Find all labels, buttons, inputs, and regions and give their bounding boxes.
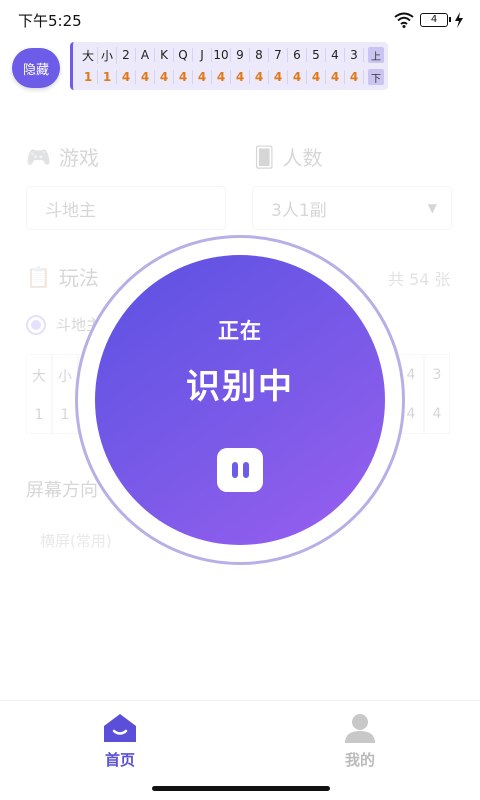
- card-rank: 大: [79, 46, 98, 64]
- card-rank: K: [155, 48, 174, 62]
- status-time: 下午5:25: [18, 11, 82, 30]
- chevron-down-icon: ▼: [427, 201, 437, 215]
- card-count: 4: [231, 70, 250, 84]
- mini-card-rank: 3: [432, 366, 442, 383]
- card-rank: 7: [269, 48, 288, 62]
- charging-icon: [455, 12, 463, 28]
- card-rank: 6: [288, 48, 307, 62]
- cards-icon: 🂠: [254, 144, 275, 169]
- orientation-label: 屏幕方向: [26, 480, 98, 501]
- status-icons: 4: [394, 12, 464, 28]
- orientation-value[interactable]: 横屏(常用): [40, 530, 112, 551]
- hide-button-label: 隐藏: [22, 62, 49, 78]
- bottom-nav: 首页 我的: [0, 700, 480, 800]
- card-count: 4: [174, 70, 193, 84]
- nav-mine-label: 我的: [344, 751, 375, 769]
- players-select[interactable]: 3人1副 ▼: [252, 186, 452, 230]
- total-cards: 共 54 张: [388, 270, 451, 289]
- card-count: 4: [136, 70, 155, 84]
- user-icon: [345, 714, 375, 743]
- card-counter: 大小 2 A K Q J 10 9 8 7 6 5 4 3 上 114444444444444下: [70, 42, 388, 90]
- mini-card-count: 1: [60, 406, 70, 423]
- recognition-status-sub: 正在: [218, 319, 262, 343]
- card-rank: 9: [231, 48, 250, 62]
- pause-button[interactable]: [217, 448, 263, 492]
- card-count: 4: [212, 70, 231, 84]
- recognition-circle: 正在 识别中: [95, 255, 385, 545]
- card-rank-row: 大小 2 A K Q J 10 9 8 7 6 5 4 3 上: [79, 45, 388, 65]
- rules-section-header: 📋 玩法: [26, 262, 99, 291]
- mini-card-count: 4: [406, 405, 416, 422]
- card-rank: A: [136, 48, 155, 62]
- card-rank: 3: [345, 48, 364, 62]
- card-count: 4: [250, 70, 269, 84]
- card-count: 4: [193, 70, 212, 84]
- radio-selected-icon: [26, 314, 46, 335]
- card-rank: Q: [174, 48, 193, 62]
- mini-card-count: 1: [34, 406, 44, 423]
- battery-icon: 4: [420, 13, 451, 27]
- orientation-section-header: 屏幕方向: [26, 476, 98, 502]
- mini-card-count: 4: [432, 405, 442, 422]
- counter-down-button[interactable]: 下: [368, 69, 384, 85]
- players-value: 3人1副: [271, 200, 327, 221]
- pause-icon: [231, 462, 238, 478]
- card-rank: 小: [98, 46, 117, 64]
- mini-card-rank: 4: [406, 366, 416, 383]
- card-rank: 4: [326, 48, 345, 62]
- home-indicator: [152, 786, 330, 791]
- card-count: 4: [155, 70, 174, 84]
- card-count: 4: [345, 70, 364, 84]
- card-count: 4: [117, 70, 136, 84]
- game-select[interactable]: 斗地主: [26, 186, 226, 230]
- game-section-header: 🎮 游戏: [26, 142, 99, 171]
- rules-label: 玩法: [58, 266, 99, 290]
- card-rank: J: [193, 48, 212, 62]
- mini-card-rank: 小: [58, 368, 72, 385]
- mini-card-cell: 34: [424, 354, 450, 434]
- game-label: 游戏: [58, 146, 99, 170]
- recognition-status-main: 识别中: [186, 367, 294, 407]
- gamepad-icon: 🎮: [26, 144, 51, 169]
- card-count: 1: [98, 70, 117, 84]
- hide-button[interactable]: 隐藏: [12, 48, 60, 88]
- card-rank: 10: [212, 48, 231, 62]
- card-count: 4: [288, 70, 307, 84]
- nav-home-label: 首页: [104, 751, 135, 769]
- status-bar: 下午5:25 4: [0, 0, 480, 40]
- battery-level: 4: [430, 14, 438, 25]
- game-value: 斗地主: [45, 200, 96, 221]
- rules-icon: 📋: [26, 264, 51, 289]
- card-count-row: 114444444444444下: [79, 67, 388, 87]
- card-count: 1: [79, 70, 98, 84]
- players-section-header: 🂠 人数: [254, 142, 322, 171]
- players-label: 人数: [282, 146, 323, 170]
- recognition-overlay: 正在 识别中: [75, 235, 405, 565]
- wifi-icon: [394, 12, 414, 28]
- mini-card-rank: 大: [32, 368, 46, 385]
- mini-card-cell: 大1: [26, 354, 52, 434]
- card-count: 4: [326, 70, 345, 84]
- card-count: 4: [269, 70, 288, 84]
- card-count: 4: [307, 70, 326, 84]
- card-rank: 5: [307, 48, 326, 62]
- home-icon: [104, 714, 136, 742]
- card-rank: 8: [250, 48, 269, 62]
- card-rank: 2: [117, 48, 136, 62]
- counter-up-button[interactable]: 上: [368, 47, 384, 63]
